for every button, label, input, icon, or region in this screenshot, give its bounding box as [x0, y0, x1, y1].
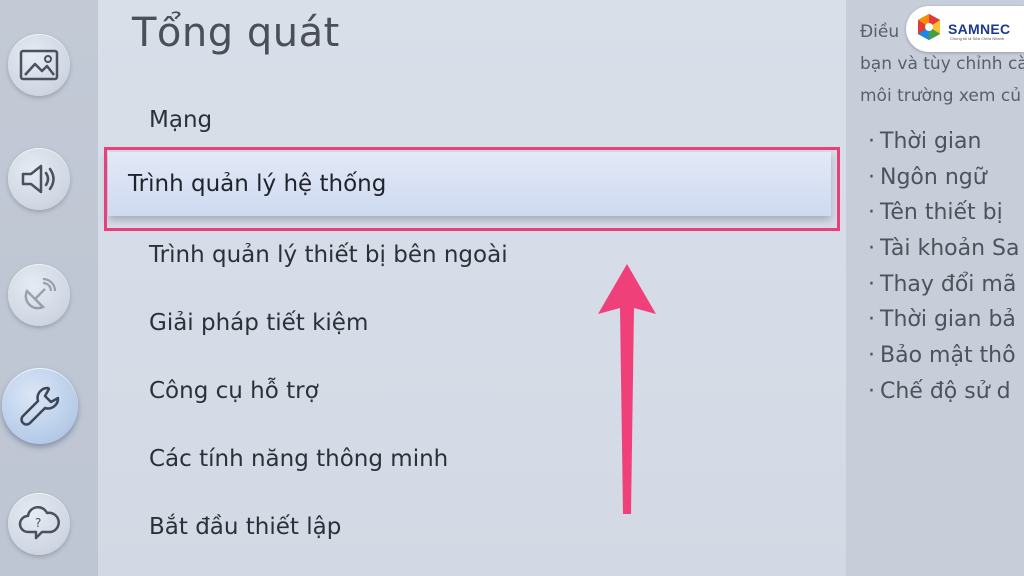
- menu-item-start-setup[interactable]: Bắt đầu thiết lập: [149, 514, 341, 540]
- sidebar-item-sound[interactable]: [8, 148, 70, 210]
- sidebar-item-support[interactable]: ?: [8, 493, 70, 555]
- sidebar-item-general[interactable]: [2, 368, 78, 444]
- list-item: Bảo mật thô: [868, 338, 1019, 374]
- description-list: Thời gian Ngôn ngữ Tên thiết bị Tài khoả…: [868, 124, 1020, 410]
- broadcast-icon: [21, 277, 57, 313]
- list-item: Thời gian: [868, 124, 1019, 160]
- picture-icon: [19, 49, 59, 81]
- highlight-frame: [104, 147, 840, 231]
- sidebar: ?: [0, 0, 98, 576]
- list-item: Thời gian bả: [868, 302, 1019, 338]
- settings-panel: Tổng quát Mạng Trình quản lý hệ thống Tr…: [98, 0, 846, 576]
- page-title: Tổng quát: [132, 10, 340, 56]
- logo-name: SAMNEC: [948, 21, 1011, 37]
- logo-tagline: Chúng tôi là Sửa Chữa Nhanh: [950, 36, 1005, 41]
- list-item: Tên thiết bị: [868, 195, 1019, 231]
- support-cloud-icon: ?: [18, 506, 60, 542]
- sidebar-item-picture[interactable]: [8, 34, 70, 96]
- description-line: môi trường xem củ: [860, 86, 1021, 106]
- menu-item-network[interactable]: Mạng: [149, 107, 212, 133]
- menu-item-eco-solution[interactable]: Giải pháp tiết kiệm: [149, 310, 368, 336]
- arrow-up-icon: [596, 262, 658, 522]
- brand-logo: SAMNEC Chúng tôi là Sửa Chữa Nhanh: [906, 6, 1024, 52]
- description-panel: Điều bạn và tùy chỉnh cà môi trường xem …: [846, 0, 1024, 576]
- sidebar-item-broadcast[interactable]: [8, 264, 70, 326]
- menu-item-accessibility[interactable]: Công cụ hỗ trợ: [149, 378, 319, 404]
- list-item: Tài khoản Sa: [868, 231, 1020, 267]
- menu-item-external-device-manager[interactable]: Trình quản lý thiết bị bên ngoài: [149, 242, 508, 268]
- list-item: Thay đổi mã: [868, 267, 1019, 303]
- menu-item-smart-features[interactable]: Các tính năng thông minh: [149, 446, 448, 472]
- list-item: Ngôn ngữ: [868, 160, 1019, 196]
- logo-mark-icon: [914, 12, 944, 46]
- description-line: bạn và tùy chỉnh cà: [860, 54, 1024, 74]
- sound-icon: [19, 162, 59, 196]
- svg-text:?: ?: [35, 516, 41, 530]
- wrench-icon: [18, 384, 62, 428]
- list-item: Chế độ sử d: [868, 374, 1019, 410]
